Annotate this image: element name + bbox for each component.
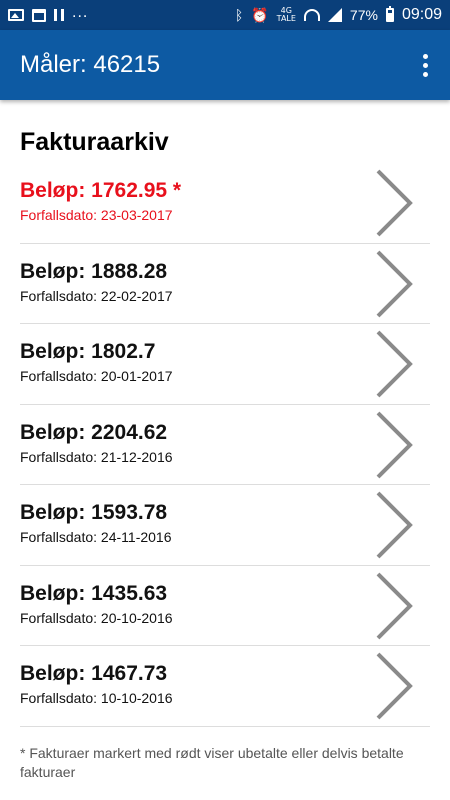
overflow-dot: [423, 71, 428, 77]
invoice-due-date: Forfallsdato: 24-11-2016: [20, 529, 172, 545]
status-bar-left: ...: [8, 5, 88, 22]
battery-percent: 77%: [349, 7, 378, 23]
invoice-row[interactable]: Beløp: 1802.7 Forfallsdato: 20-01-2017: [20, 324, 430, 405]
chevron-right-icon[interactable]: [372, 328, 418, 400]
invoice-amount: Beløp: 1888.28: [20, 259, 168, 283]
invoice-amount: Beløp: 1762.95 *: [20, 179, 182, 202]
invoice-amount: Beløp: 2204.62: [20, 420, 168, 444]
overflow-dot: [423, 53, 428, 59]
invoice-row[interactable]: Beløp: 2204.62 Forfallsdato: 21-12-2016: [20, 405, 430, 485]
more-notifications: ...: [72, 4, 89, 21]
overflow-menu-button[interactable]: [421, 48, 430, 83]
invoice-amount: Beløp: 1593.78: [20, 501, 168, 524]
battery-icon: [385, 6, 394, 22]
invoice-due-date: Forfallsdato: 22-02-2017: [20, 287, 173, 304]
calendar-icon: [32, 8, 46, 22]
invoice-due-date: Forfallsdato: 10-10-2016: [20, 690, 173, 706]
signal-icon: [327, 8, 342, 22]
chevron-right-icon[interactable]: [372, 650, 418, 722]
invoice-row[interactable]: Beløp: 1593.78 Forfallsdato: 24-11-2016: [20, 485, 430, 566]
invoice-due-date: Forfallsdato: 21-12-2016: [20, 448, 173, 465]
invoice-due-date: Forfallsdato: 23-03-2017: [20, 207, 173, 223]
unpaid-footnote: * Fakturaer markert med rødt viser ubeta…: [20, 745, 404, 780]
invoice-amount: Beløp: 1435.63: [20, 581, 168, 605]
chevron-right-icon[interactable]: [372, 248, 418, 320]
image-icon: [8, 9, 24, 21]
invoice-due-date: Forfallsdato: 20-10-2016: [20, 609, 173, 626]
chevron-right-icon[interactable]: [372, 489, 418, 561]
network-type: 4G TALE: [277, 7, 296, 23]
invoice-row[interactable]: Beløp: 1762.95 * Forfallsdato: 23-03-201…: [20, 163, 430, 244]
clock: 09:09: [401, 6, 442, 23]
invoice-amount: Beløp: 1802.7: [20, 340, 156, 363]
network-sublabel: TALE: [276, 14, 296, 23]
invoice-list: Beløp: 1762.95 * Forfallsdato: 23-03-201…: [0, 163, 450, 727]
wifi-icon: [303, 9, 320, 21]
chevron-right-icon[interactable]: [372, 570, 418, 642]
chevron-right-icon[interactable]: [372, 409, 418, 481]
chevron-right-icon[interactable]: [372, 167, 418, 239]
invoice-row[interactable]: Beløp: 1888.28 Forfallsdato: 22-02-2017: [20, 244, 430, 324]
invoice-due-date: Forfallsdato: 20-01-2017: [20, 368, 173, 384]
overflow-dot: [423, 62, 428, 68]
page-title: Fakturaarkiv: [20, 128, 169, 156]
invoice-row[interactable]: Beløp: 1435.63 Forfallsdato: 20-10-2016: [20, 566, 430, 646]
status-bar-right: ᛒ ⏰ 4G TALE 77% 09:09: [235, 6, 442, 24]
pause-icon: [54, 9, 64, 21]
status-bar: ... ᛒ ⏰ 4G TALE 77% 09:09: [0, 0, 450, 30]
alarm-icon: ⏰: [251, 6, 269, 23]
invoice-amount: Beløp: 1467.73: [20, 662, 168, 685]
invoice-row[interactable]: Beløp: 1467.73 Forfallsdato: 10-10-2016: [20, 646, 430, 727]
app-title: Måler: 46215: [20, 51, 161, 78]
app-bar: Måler: 46215: [0, 30, 450, 100]
bluetooth-icon: ᛒ: [234, 7, 244, 23]
